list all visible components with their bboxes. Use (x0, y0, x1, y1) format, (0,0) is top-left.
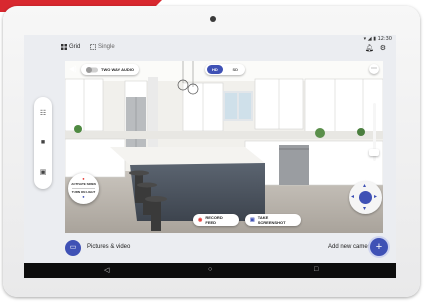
pictures-video-label[interactable]: Pictures & video (87, 244, 130, 250)
signal-icon: ◢ (367, 36, 372, 42)
record-feed-button[interactable]: ◉ RECORD FEED (193, 214, 239, 226)
android-nav-bar: ◁ ○ □ (24, 263, 396, 278)
two-way-audio-label: TWO WAY AUDIO (101, 67, 134, 72)
back-icon[interactable]: ◁ (104, 266, 109, 274)
pictures-video-button[interactable]: ▭ (65, 240, 81, 256)
front-camera (210, 16, 216, 22)
screenshot-icon: ▣ (250, 217, 255, 223)
take-screenshot-label: TAKE SCREENSHOT (257, 215, 286, 225)
plus-icon: + (375, 241, 383, 253)
tab-single-label: Single (98, 44, 115, 50)
two-way-audio-toggle[interactable]: TWO WAY AUDIO (81, 64, 139, 75)
status-bar: ▾ ◢ ▮ 12:30 (364, 36, 392, 42)
light-icon: ● (82, 194, 85, 199)
siren-light-control: ● ACTIVATE SIREN TURN ON LIGHT ● (68, 173, 99, 204)
doorbell-icon[interactable]: ▣ (34, 168, 52, 176)
quality-sd-option[interactable]: SD (227, 65, 243, 74)
grid-icon (61, 44, 67, 50)
kitchen-feed-image (65, 61, 383, 233)
pan-down-arrow[interactable]: ▾ (363, 205, 366, 212)
quality-toggle: HD SD (205, 64, 245, 75)
siren-icon: ● (82, 176, 85, 181)
ptz-dpad: ▴ ▾ ◂ ▸ (349, 181, 382, 214)
tab-single[interactable]: Single (90, 44, 115, 50)
toggle-switch-icon (86, 66, 98, 73)
home-icon[interactable]: ○ (208, 266, 212, 273)
zoom-slider-handle[interactable] (369, 149, 379, 156)
tab-grid[interactable]: Grid (61, 44, 80, 50)
tab-grid-label: Grid (69, 44, 81, 50)
activate-siren-button[interactable]: ACTIVATE SIREN (68, 182, 99, 186)
camera-icon[interactable]: ■ (34, 139, 52, 146)
grid-icon[interactable]: ☷ (34, 109, 52, 117)
pan-left-arrow[interactable]: ◂ (351, 193, 354, 200)
take-screenshot-button[interactable]: ▣ TAKE SCREENSHOT (245, 214, 301, 226)
divider (72, 188, 95, 189)
side-control-pill: ☷ ■ ▣ (34, 97, 52, 189)
pan-right-arrow[interactable]: ▸ (374, 193, 377, 200)
bottom-bar: ▭ Pictures & video Add new camera + (24, 238, 396, 260)
quality-hd-option[interactable]: HD (207, 65, 223, 74)
ptz-center-button[interactable] (359, 191, 372, 204)
single-view-icon (90, 44, 96, 50)
record-feed-label: RECORD FEED (205, 215, 223, 225)
record-icon: ◉ (198, 217, 203, 223)
status-time: 12:30 (377, 36, 392, 42)
add-camera-button[interactable]: + (370, 238, 388, 256)
recents-icon[interactable]: □ (314, 266, 318, 273)
more-options-icon[interactable]: ⋯ (369, 64, 379, 74)
wifi-icon: ▾ (363, 36, 367, 42)
top-bar: Grid Single 🔔︎ ⚙ (24, 44, 396, 56)
gear-icon[interactable]: ⚙ (380, 44, 386, 52)
screen: ▾ ◢ ▮ 12:30 Grid Single 🔔︎ ⚙ ☷ ■ ▣ TWO W… (24, 35, 396, 278)
camera-feed: ◀) TWO WAY AUDIO HD SD ⋯ ● ACTIVATE SIRE… (65, 61, 383, 233)
header-actions: 🔔︎ ⚙ (365, 44, 386, 52)
bell-icon[interactable]: 🔔︎ (365, 44, 374, 52)
image-icon: ▭ (69, 244, 77, 251)
add-camera-label[interactable]: Add new camera (328, 244, 373, 250)
battery-icon: ▮ (373, 36, 376, 42)
pan-up-arrow[interactable]: ▴ (363, 182, 366, 189)
